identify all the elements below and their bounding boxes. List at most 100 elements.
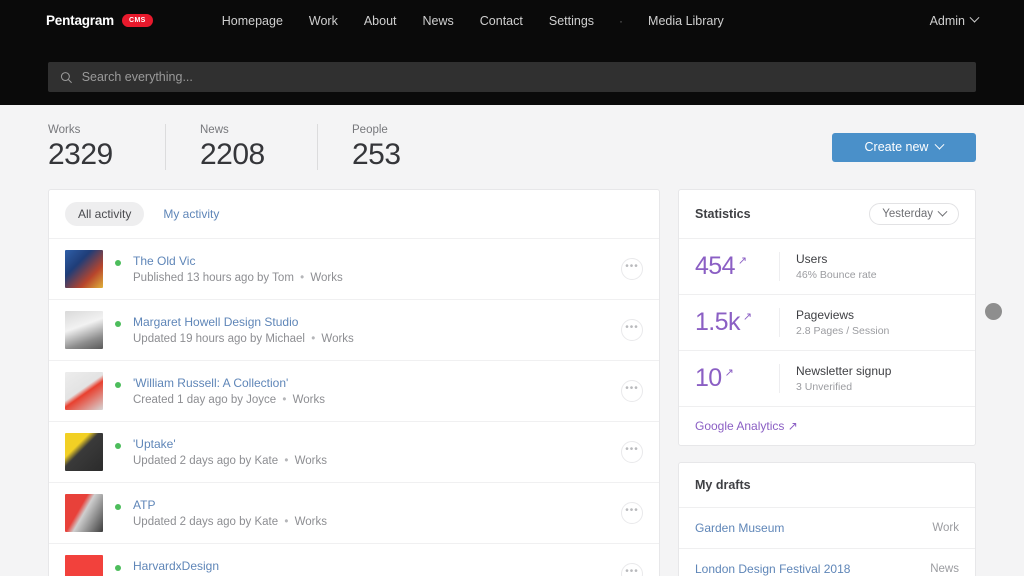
statistics-row-newsletter: 10 ↗ Newsletter signup 3 Unverified	[679, 351, 975, 407]
create-new-button[interactable]: Create new	[832, 133, 976, 162]
right-column: Statistics Yesterday 454 ↗ Users 46% Bou…	[678, 189, 976, 576]
statistics-value: 454	[695, 254, 735, 279]
row-more-options-button[interactable]: •••	[621, 441, 643, 463]
statistics-row-pageviews: 1.5k ↗ Pageviews 2.8 Pages / Session	[679, 295, 975, 351]
statistics-name: Newsletter signup	[796, 364, 959, 378]
list-item[interactable]: London Design Festival 2018 News	[679, 549, 975, 576]
nav-item-media-library[interactable]: Media Library	[635, 10, 737, 32]
chevron-down-icon	[935, 139, 945, 149]
activity-meta-separator: •	[281, 516, 291, 528]
row-more-options-button[interactable]: •••	[621, 319, 643, 341]
row-more-options-button[interactable]: •••	[621, 563, 643, 576]
nav-item-news[interactable]: News	[410, 10, 467, 32]
google-analytics-link[interactable]: Google Analytics ↗	[679, 407, 975, 445]
nav-item-homepage[interactable]: Homepage	[209, 10, 296, 32]
row-more-options-button[interactable]: •••	[621, 380, 643, 402]
draft-type: News	[930, 563, 959, 575]
activity-action: Updated 2 days ago by Kate	[133, 455, 278, 467]
activity-thumbnail	[65, 372, 103, 410]
nav-item-contact[interactable]: Contact	[467, 10, 536, 32]
statistics-sub: 46% Bounce rate	[796, 269, 959, 281]
activity-section: Works	[310, 272, 342, 284]
status-badge	[115, 382, 121, 388]
nav-item-about[interactable]: About	[351, 10, 410, 32]
activity-tabs: All activity My activity	[49, 190, 659, 238]
activity-title[interactable]: ATP	[133, 498, 609, 512]
activity-body: Margaret Howell Design Studio Updated 19…	[133, 315, 609, 345]
chevron-down-icon	[938, 206, 948, 216]
nav-separator-dot: ·	[607, 14, 635, 28]
statistics-period-selector[interactable]: Yesterday	[869, 203, 959, 225]
statistics-name: Pageviews	[796, 308, 959, 322]
my-drafts-panel: My drafts Garden Museum Work London Desi…	[678, 462, 976, 576]
status-badge	[115, 443, 121, 449]
status-badge	[115, 504, 121, 510]
statistics-row-users: 454 ↗ Users 46% Bounce rate	[679, 239, 975, 295]
activity-title[interactable]: 'Uptake'	[133, 437, 609, 451]
search-input[interactable]	[82, 70, 964, 84]
table-row[interactable]: The Old Vic Published 13 hours ago by To…	[49, 238, 659, 299]
summary-stat-news-value: 2208	[200, 139, 283, 171]
activity-meta: Updated 2 days ago by Kate • Works	[133, 455, 609, 467]
trend-up-arrow-icon: ↗	[725, 368, 734, 379]
activity-thumbnail	[65, 555, 103, 576]
brand-logo[interactable]: Pentagram CMS	[46, 13, 153, 28]
summary-stats-bar: Works 2329 News 2208 People 253 Create n…	[0, 105, 1024, 189]
activity-thumbnail	[65, 494, 103, 532]
statistics-value: 10	[695, 366, 722, 391]
draft-name[interactable]: Garden Museum	[695, 521, 784, 535]
activity-section: Works	[321, 333, 353, 345]
account-menu[interactable]: Admin	[930, 14, 996, 28]
summary-stat-works-label: Works	[48, 124, 131, 136]
activity-section: Works	[295, 516, 327, 528]
activity-action: Published 13 hours ago by Tom	[133, 272, 294, 284]
status-badge	[115, 321, 121, 327]
statistics-sub: 2.8 Pages / Session	[796, 325, 959, 337]
list-item[interactable]: Garden Museum Work	[679, 508, 975, 549]
activity-title[interactable]: Margaret Howell Design Studio	[133, 315, 609, 329]
activity-title[interactable]: HarvardxDesign	[133, 559, 609, 573]
table-row[interactable]: HarvardxDesign Updated 2 weeks ago by Jo…	[49, 543, 659, 576]
statistics-period-label: Yesterday	[882, 208, 933, 220]
statistics-value-group: 454 ↗	[695, 254, 779, 279]
statistics-panel: Statistics Yesterday 454 ↗ Users 46% Bou…	[678, 189, 976, 446]
mouse-cursor-indicator	[985, 303, 1002, 320]
nav-item-work[interactable]: Work	[296, 10, 351, 32]
tab-my-activity[interactable]: My activity	[150, 202, 232, 226]
activity-action: Updated 2 days ago by Kate	[133, 516, 278, 528]
activity-title[interactable]: The Old Vic	[133, 254, 609, 268]
activity-thumbnail	[65, 250, 103, 288]
activity-body: ATP Updated 2 days ago by Kate • Works	[133, 498, 609, 528]
activity-meta-separator: •	[279, 394, 289, 406]
global-search-bar[interactable]	[48, 62, 976, 92]
row-more-options-button[interactable]: •••	[621, 502, 643, 524]
activity-action: Created 1 day ago by Joyce	[133, 394, 276, 406]
brand-name: Pentagram	[46, 13, 114, 28]
statistics-value-group: 10 ↗	[695, 366, 779, 391]
activity-title[interactable]: 'William Russell: A Collection'	[133, 376, 609, 390]
nav-row: Pentagram CMS Homepage Work About News C…	[0, 0, 1024, 41]
activity-meta: Updated 2 days ago by Kate • Works	[133, 516, 609, 528]
table-row[interactable]: 'Uptake' Updated 2 days ago by Kate • Wo…	[49, 421, 659, 482]
activity-thumbnail	[65, 311, 103, 349]
activity-action: Updated 19 hours ago by Michael	[133, 333, 305, 345]
tab-all-activity[interactable]: All activity	[65, 202, 144, 226]
activity-body: HarvardxDesign Updated 2 weeks ago by Jo…	[133, 559, 609, 576]
brand-badge: CMS	[122, 14, 153, 27]
summary-stat-news: News 2208	[200, 124, 318, 171]
summary-stat-works: Works 2329	[48, 124, 166, 171]
activity-meta: Published 13 hours ago by Tom • Works	[133, 272, 609, 284]
activity-meta: Created 1 day ago by Joyce • Works	[133, 394, 609, 406]
row-more-options-button[interactable]: •••	[621, 258, 643, 280]
summary-stat-works-value: 2329	[48, 139, 131, 171]
table-row[interactable]: 'William Russell: A Collection' Created …	[49, 360, 659, 421]
activity-panel: All activity My activity The Old Vic Pub…	[48, 189, 660, 576]
summary-stat-people-value: 253	[352, 139, 436, 171]
draft-name[interactable]: London Design Festival 2018	[695, 562, 850, 576]
nav-item-settings[interactable]: Settings	[536, 10, 607, 32]
statistics-sub: 3 Unverified	[796, 381, 959, 393]
activity-section: Works	[295, 455, 327, 467]
activity-thumbnail	[65, 433, 103, 471]
table-row[interactable]: ATP Updated 2 days ago by Kate • Works •…	[49, 482, 659, 543]
table-row[interactable]: Margaret Howell Design Studio Updated 19…	[49, 299, 659, 360]
